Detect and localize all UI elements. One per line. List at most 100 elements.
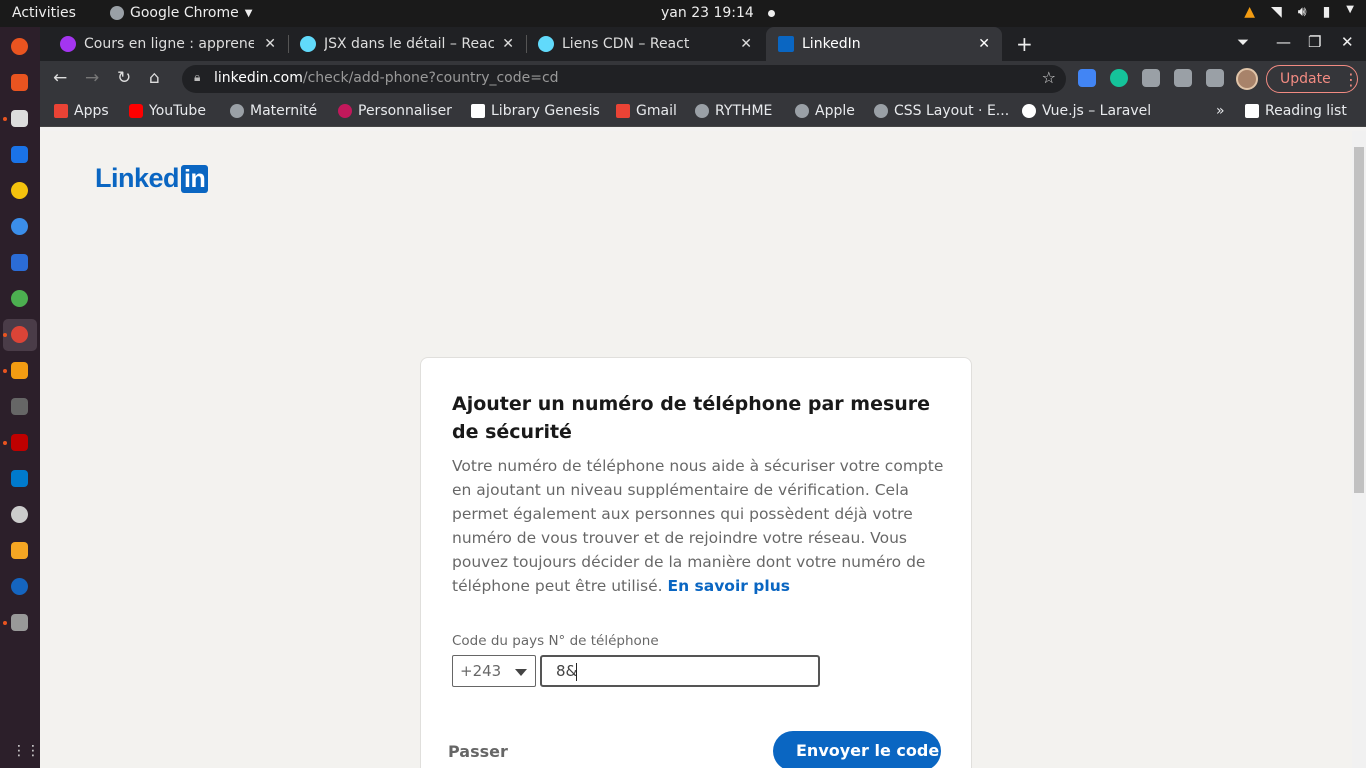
description-text: Votre numéro de téléphone nous aide à sé… <box>452 457 944 595</box>
running-indicator <box>3 441 7 445</box>
wifi-icon: ◥ <box>1270 4 1282 20</box>
update-button[interactable]: Update ⋮ <box>1266 65 1359 93</box>
dock-app-icon[interactable] <box>11 218 28 235</box>
tab-label: Liens CDN – React <box>562 36 690 52</box>
bookmark-maternite[interactable]: Maternité <box>230 103 317 119</box>
bookmark-star-icon[interactable]: ☆ <box>1042 68 1056 87</box>
bookmark-reading-list[interactable]: Reading list <box>1245 103 1347 119</box>
scrollbar-thumb[interactable] <box>1354 147 1364 493</box>
tab-linkedin[interactable]: LinkedIn ✕ <box>766 27 1002 61</box>
bookmark-css-layout[interactable]: CSS Layout · E... <box>874 103 1009 119</box>
profile-avatar[interactable] <box>1236 68 1258 90</box>
bookmark-youtube[interactable]: YouTube <box>129 103 206 119</box>
tab-search-icon[interactable]: ⏷ <box>1237 33 1249 51</box>
bookmark-gmail[interactable]: Gmail <box>616 103 677 119</box>
dock-app-icon[interactable] <box>11 398 28 415</box>
grammarly-extension-icon[interactable] <box>1110 69 1128 87</box>
skip-button[interactable]: Passer <box>448 742 508 761</box>
new-tab-icon[interactable]: + <box>1016 32 1033 56</box>
close-icon[interactable]: ✕ <box>740 36 752 52</box>
app-menu[interactable]: Google Chrome ▼ <box>110 5 252 21</box>
youtube-icon <box>129 104 143 118</box>
dock-app-icon[interactable] <box>11 614 28 631</box>
text-cursor <box>576 663 577 681</box>
window-close-icon[interactable]: ✕ <box>1341 33 1354 51</box>
back-icon[interactable]: ← <box>53 68 67 88</box>
globe-icon <box>695 104 709 118</box>
bookmark-label: Vue.js – Laravel <box>1042 103 1152 119</box>
more-menu-icon[interactable]: ⋮ <box>1343 70 1359 89</box>
field-labels: Code du pays N° de téléphone <box>452 633 659 649</box>
bookmark-apple[interactable]: Apple <box>795 103 855 119</box>
adblock-extension-icon[interactable] <box>1174 69 1192 87</box>
home-icon[interactable]: ⌂ <box>149 68 160 88</box>
send-code-button[interactable]: Envoyer le code <box>773 731 941 768</box>
dock-chrome-icon[interactable] <box>11 326 28 343</box>
add-phone-card: Ajouter un numéro de téléphone par mesur… <box>420 357 972 768</box>
close-icon[interactable]: ✕ <box>502 36 514 52</box>
bookmark-label: CSS Layout · E... <box>894 103 1010 119</box>
udemy-favicon-icon <box>60 36 76 52</box>
restore-icon[interactable]: ❐ <box>1308 33 1321 51</box>
globe-icon <box>230 104 244 118</box>
logo-text: Linked <box>95 163 180 193</box>
phone-number-value: 8& <box>556 662 578 680</box>
tab-cdn-react[interactable]: Liens CDN – React ✕ <box>526 27 764 61</box>
system-tray[interactable]: ▲ ◥ 🔊︎ ▮ ▼ <box>1244 4 1354 20</box>
tab-jsx-react[interactable]: JSX dans le détail – React ✕ <box>288 27 526 61</box>
apps-grid-icon <box>54 104 68 118</box>
vlc-tray-icon: ▲ <box>1244 4 1255 20</box>
reload-icon[interactable]: ↻ <box>117 68 131 88</box>
vuejs-extension-icon[interactable] <box>1142 69 1160 87</box>
country-code-select[interactable]: +243 <box>452 655 536 687</box>
dock-app-icon[interactable] <box>11 254 28 271</box>
caret-down-icon <box>515 669 527 676</box>
apple-icon <box>795 104 809 118</box>
dock-app-icon[interactable] <box>11 182 28 199</box>
url-host: linkedin.com <box>214 70 303 86</box>
bookmark-personnaliser[interactable]: Personnaliser <box>338 103 452 119</box>
bookmark-library-genesis[interactable]: Library Genesis <box>471 103 600 119</box>
dock-app-icon[interactable] <box>11 506 28 523</box>
dock-app-icon[interactable] <box>11 38 28 55</box>
tab-udemy[interactable]: Cours en ligne : apprenez ✕ <box>48 27 288 61</box>
show-apps-icon[interactable]: ⋮⋮ <box>12 743 40 759</box>
page-scrollbar[interactable] <box>1352 131 1366 768</box>
bookmark-label: RYTHME <box>715 103 773 119</box>
close-icon[interactable]: ✕ <box>264 36 276 52</box>
close-icon[interactable]: ✕ <box>978 36 990 52</box>
minimize-icon[interactable]: — <box>1276 33 1291 51</box>
dock-filezilla-icon[interactable] <box>11 434 28 451</box>
dock-app-icon[interactable] <box>11 110 28 127</box>
react-favicon-icon <box>538 36 554 52</box>
bookmarks-overflow-icon[interactable]: » <box>1216 103 1225 119</box>
bookmark-vuejs-laravel[interactable]: Vue.js – Laravel <box>1022 103 1151 119</box>
bookmark-rythme[interactable]: RYTHME <box>695 103 772 119</box>
dock-vscode-icon[interactable] <box>11 470 28 487</box>
dock-app-icon[interactable] <box>11 290 28 307</box>
bookmark-apps[interactable]: Apps <box>54 103 109 119</box>
activities-button[interactable]: Activities <box>12 5 76 21</box>
lock-icon[interactable]: 🔒︎ <box>194 70 200 85</box>
dock-app-icon[interactable] <box>11 578 28 595</box>
clock[interactable]: yan 23 19:14 <box>661 5 775 21</box>
dock-app-icon[interactable] <box>11 146 28 163</box>
learn-more-link[interactable]: En savoir plus <box>668 577 790 595</box>
phone-number-input[interactable]: 8& <box>540 655 820 687</box>
forward-icon[interactable]: → <box>85 68 99 88</box>
running-indicator <box>3 333 7 337</box>
extensions-puzzle-icon[interactable] <box>1206 69 1224 87</box>
gmail-icon <box>616 104 630 118</box>
globe-icon <box>874 104 888 118</box>
dock-app-icon[interactable] <box>11 74 28 91</box>
linkedin-logo[interactable]: Linked in <box>95 163 209 194</box>
translate-extension-icon[interactable] <box>1078 69 1096 87</box>
dock-vlc-icon[interactable] <box>11 362 28 379</box>
dock-app-icon[interactable] <box>11 542 28 559</box>
chevron-down-icon: ▼ <box>244 7 253 19</box>
address-bar[interactable]: 🔒︎ linkedin.com/check/add-phone?country_… <box>182 65 1066 93</box>
update-label: Update <box>1280 71 1331 87</box>
url-text: linkedin.com/check/add-phone?country_cod… <box>214 70 559 86</box>
linkedin-favicon-icon <box>778 36 794 52</box>
react-favicon-icon <box>300 36 316 52</box>
